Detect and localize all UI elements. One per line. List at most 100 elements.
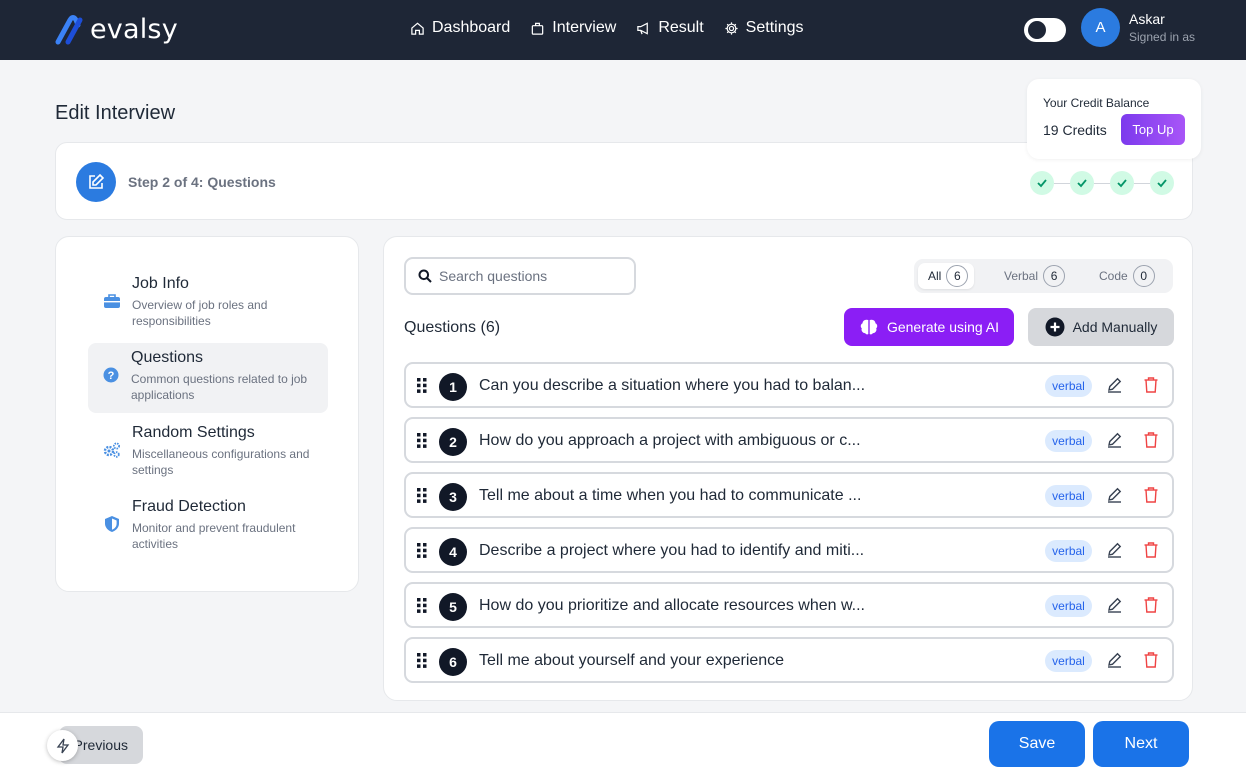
logo-mark-icon	[55, 15, 83, 45]
edit-pencil-icon[interactable]	[1106, 541, 1123, 558]
question-number: 6	[439, 648, 467, 676]
add-manually-button[interactable]: Add Manually	[1028, 308, 1174, 346]
question-type-badge: verbal	[1045, 595, 1092, 617]
question-row[interactable]: 2 How do you approach a project with amb…	[404, 417, 1174, 463]
drag-handle-icon[interactable]	[417, 653, 427, 668]
gear-icon	[725, 21, 738, 35]
questions-heading: Questions (6)	[404, 319, 501, 336]
filter-label: All	[928, 269, 942, 283]
drag-handle-icon[interactable]	[417, 433, 427, 448]
theme-toggle[interactable]	[1024, 18, 1066, 42]
question-row[interactable]: 5 How do you prioritize and allocate res…	[404, 582, 1174, 628]
save-button[interactable]: Save	[989, 721, 1085, 767]
logo[interactable]: evalsy	[54, 12, 178, 46]
generate-ai-label: Generate using AI	[886, 319, 1000, 335]
question-text: Tell me about a time when you had to com…	[479, 487, 862, 504]
trash-icon[interactable]	[1143, 651, 1159, 668]
edit-pencil-icon[interactable]	[1106, 596, 1123, 613]
plus-circle-icon	[1045, 317, 1065, 337]
sidebar-item-description: Overview of job roles and responsibiliti…	[132, 298, 268, 328]
nav-result[interactable]: Result	[636, 19, 704, 37]
moon-icon	[1028, 21, 1046, 39]
trash-icon[interactable]	[1143, 486, 1159, 503]
trash-icon[interactable]	[1143, 596, 1159, 613]
filter-label: Verbal	[1004, 269, 1039, 283]
nav-settings-label: Settings	[745, 19, 804, 36]
sidebar-item-fraud-detection[interactable]: Fraud Detection Monitor and prevent frau…	[88, 492, 328, 562]
filter-code[interactable]: Code 0	[1089, 263, 1161, 289]
svg-text:?: ?	[108, 370, 115, 382]
question-type-badge: verbal	[1045, 540, 1092, 562]
sidebar-item-job-info[interactable]: Job Info Overview of job roles and respo…	[88, 269, 328, 339]
add-manually-label: Add Manually	[1072, 319, 1158, 335]
question-text: How do you prioritize and allocate resou…	[479, 597, 865, 614]
edit-pencil-icon[interactable]	[1106, 431, 1123, 448]
next-button[interactable]: Next	[1093, 721, 1189, 767]
credit-value: 19 Credits	[1043, 122, 1107, 138]
question-number: 4	[439, 538, 467, 566]
question-circle-icon: ?	[103, 367, 119, 383]
drag-handle-icon[interactable]	[417, 543, 427, 558]
drag-handle-icon[interactable]	[417, 378, 427, 393]
step-progress-card: Step 2 of 4: Questions	[55, 142, 1193, 220]
step-connector	[1134, 182, 1150, 184]
user-name: Askar	[1129, 11, 1165, 27]
top-navbar: evalsy Dashboard Interview Result Settin…	[0, 0, 1246, 60]
question-row[interactable]: 4 Describe a project where you had to id…	[404, 527, 1174, 573]
filter-count: 0	[1132, 265, 1155, 287]
sidebar-item-label: Fraud Detection	[132, 498, 246, 515]
main-nav: Dashboard Interview Result Settings	[410, 19, 803, 37]
credit-balance-card: Your Credit Balance 19 Credits Top Up	[1027, 79, 1201, 159]
edit-icon	[76, 162, 116, 202]
step-1-check-icon	[1030, 171, 1054, 195]
briefcase-icon	[532, 22, 544, 35]
cogs-icon	[103, 442, 120, 458]
question-type-badge: verbal	[1045, 375, 1092, 397]
nav-dashboard[interactable]: Dashboard	[410, 19, 510, 37]
trash-icon[interactable]	[1143, 376, 1159, 393]
nav-interview[interactable]: Interview	[530, 19, 616, 37]
filter-count: 6	[946, 265, 969, 287]
question-type-filter: All 6 Verbal 6 Code 0	[914, 259, 1173, 293]
filter-all[interactable]: All 6	[918, 263, 975, 289]
sidebar-item-description: Miscellaneous configurations and setting…	[132, 447, 310, 477]
nav-settings[interactable]: Settings	[724, 19, 804, 37]
drag-handle-icon[interactable]	[417, 488, 427, 503]
step-indicators	[1030, 171, 1174, 195]
question-row[interactable]: 3 Tell me about a time when you had to c…	[404, 472, 1174, 518]
briefcase-icon	[104, 294, 120, 308]
step-label: Step 2 of 4: Questions	[128, 174, 276, 190]
edit-pencil-icon[interactable]	[1106, 651, 1123, 668]
edit-pencil-icon[interactable]	[1106, 376, 1123, 393]
trash-icon[interactable]	[1143, 541, 1159, 558]
sidebar-item-random-settings[interactable]: Random Settings Miscellaneous configurat…	[88, 418, 328, 488]
question-number: 5	[439, 593, 467, 621]
step-2-check-icon	[1070, 171, 1094, 195]
sidebar-item-label: Random Settings	[132, 424, 255, 441]
filter-verbal[interactable]: Verbal 6	[994, 263, 1071, 289]
question-text: Tell me about yourself and your experien…	[479, 652, 785, 669]
trash-icon[interactable]	[1143, 431, 1159, 448]
sidebar-item-label: Job Info	[132, 275, 189, 292]
drag-handle-icon[interactable]	[417, 598, 427, 613]
step-3-check-icon	[1110, 171, 1134, 195]
question-row[interactable]: 1 Can you describe a situation where you…	[404, 362, 1174, 408]
page-title: Edit Interview	[55, 102, 176, 124]
user-subtitle: Signed in as	[1129, 30, 1196, 44]
step-connector	[1054, 182, 1070, 184]
footer-bar: Previous Save Next	[0, 712, 1246, 771]
generate-ai-button[interactable]: Generate using AI	[844, 308, 1014, 346]
edit-pencil-icon[interactable]	[1106, 486, 1123, 503]
avatar[interactable]: A	[1081, 8, 1120, 47]
brain-icon	[860, 319, 878, 335]
bolt-icon[interactable]	[47, 730, 78, 761]
search-input[interactable]	[439, 265, 629, 287]
question-text: Can you describe a situation where you h…	[479, 377, 866, 394]
sidebar-item-questions[interactable]: ? Questions Common questions related to …	[88, 343, 328, 413]
nav-result-label: Result	[658, 19, 704, 36]
question-type-badge: verbal	[1045, 650, 1092, 672]
top-up-button[interactable]: Top Up	[1121, 114, 1185, 145]
question-row[interactable]: 6 Tell me about yourself and your experi…	[404, 637, 1174, 683]
nav-interview-label: Interview	[552, 19, 617, 36]
question-number: 2	[439, 428, 467, 456]
